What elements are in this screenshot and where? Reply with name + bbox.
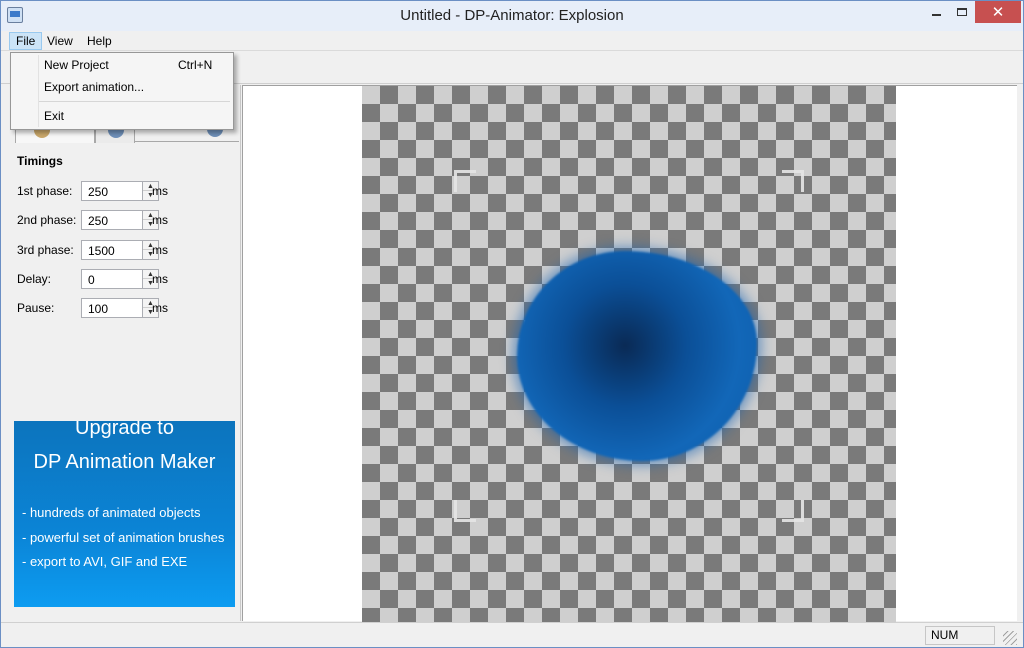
timings-title: Timings <box>17 154 63 168</box>
menu-separator <box>39 101 230 102</box>
minimize-button[interactable] <box>923 1 949 23</box>
upgrade-bullet: - export to AVI, GIF and EXE <box>22 554 188 569</box>
file-menu-dropdown: New Project Ctrl+N Export animation... E… <box>10 52 234 130</box>
pause-value: 100 <box>88 302 109 316</box>
tab-divider <box>135 141 239 142</box>
close-icon: ✕ <box>991 4 1005 21</box>
timing-row-pause: Pause: 100 ▲ ▼ ms <box>17 298 237 318</box>
menu-view[interactable]: View <box>41 32 79 50</box>
frame-corner <box>782 500 804 522</box>
phase3-unit: ms <box>152 243 168 257</box>
pause-input[interactable]: 100 <box>81 298 143 318</box>
timing-row-phase1: 1st phase: 250 ▲ ▼ ms <box>17 181 237 201</box>
pause-unit: ms <box>152 301 168 315</box>
upgrade-banner[interactable]: Upgrade to DP Animation Maker - hundreds… <box>14 421 235 607</box>
upgrade-heading: Upgrade to <box>75 421 174 439</box>
delay-input[interactable]: 0 <box>81 269 143 289</box>
menu-help[interactable]: Help <box>81 32 118 50</box>
explosion-preview <box>517 251 757 461</box>
maximize-button[interactable] <box>949 1 975 23</box>
delay-value: 0 <box>88 273 95 287</box>
phase2-input[interactable]: 250 <box>81 210 143 230</box>
pause-label: Pause: <box>17 301 55 315</box>
phase3-label: 3rd phase: <box>17 243 74 257</box>
upgrade-bullet: - powerful set of animation brushes <box>22 530 225 545</box>
phase1-unit: ms <box>152 184 168 198</box>
minimize-icon <box>931 14 941 16</box>
window-title: Untitled - DP-Animator: Explosion <box>400 7 624 24</box>
close-button[interactable]: ✕ <box>975 1 1021 23</box>
resize-grip-icon[interactable] <box>1003 631 1017 645</box>
title-bar[interactable]: Untitled - DP-Animator: Explosion ✕ <box>1 1 1023 31</box>
menu-item-label: New Project <box>44 58 109 72</box>
menu-item-export-animation[interactable]: Export animation... <box>13 76 231 98</box>
delay-unit: ms <box>152 272 168 286</box>
preview-canvas[interactable] <box>362 86 896 622</box>
phase2-label: 2nd phase: <box>17 213 77 227</box>
menu-file[interactable]: File <box>9 32 43 50</box>
menu-item-exit[interactable]: Exit <box>13 105 231 127</box>
phase1-value: 250 <box>88 185 109 199</box>
status-bar: NUM <box>1 622 1023 647</box>
menu-bar: File View Help <box>1 31 1023 51</box>
frame-corner <box>782 170 804 192</box>
phase2-value: 250 <box>88 214 109 228</box>
timing-row-delay: Delay: 0 ▲ ▼ ms <box>17 269 237 289</box>
frame-corner <box>454 500 476 522</box>
num-lock-indicator: NUM <box>925 626 995 645</box>
maximize-icon <box>957 8 967 16</box>
phase3-input[interactable]: 1500 <box>81 240 143 260</box>
menu-item-label: Export animation... <box>44 80 145 94</box>
menu-item-label: Exit <box>44 109 65 123</box>
delay-label: Delay: <box>17 272 52 286</box>
upgrade-product-name: DP Animation Maker <box>33 451 216 473</box>
timing-row-phase2: 2nd phase: 250 ▲ ▼ ms <box>17 210 237 230</box>
frame-corner <box>454 170 476 192</box>
phase3-value: 1500 <box>88 244 115 258</box>
canvas-area[interactable] <box>242 85 1017 622</box>
upgrade-bullet: - hundreds of animated objects <box>22 505 201 520</box>
menu-item-shortcut: Ctrl+N <box>178 58 213 72</box>
phase1-input[interactable]: 250 <box>81 181 143 201</box>
phase2-unit: ms <box>152 213 168 227</box>
phase1-label: 1st phase: <box>17 184 73 198</box>
app-window: Untitled - DP-Animator: Explosion ✕ File… <box>0 0 1024 648</box>
menu-item-new-project[interactable]: New Project Ctrl+N <box>13 54 231 76</box>
timing-row-phase3: 3rd phase: 1500 ▲ ▼ ms <box>17 240 237 260</box>
